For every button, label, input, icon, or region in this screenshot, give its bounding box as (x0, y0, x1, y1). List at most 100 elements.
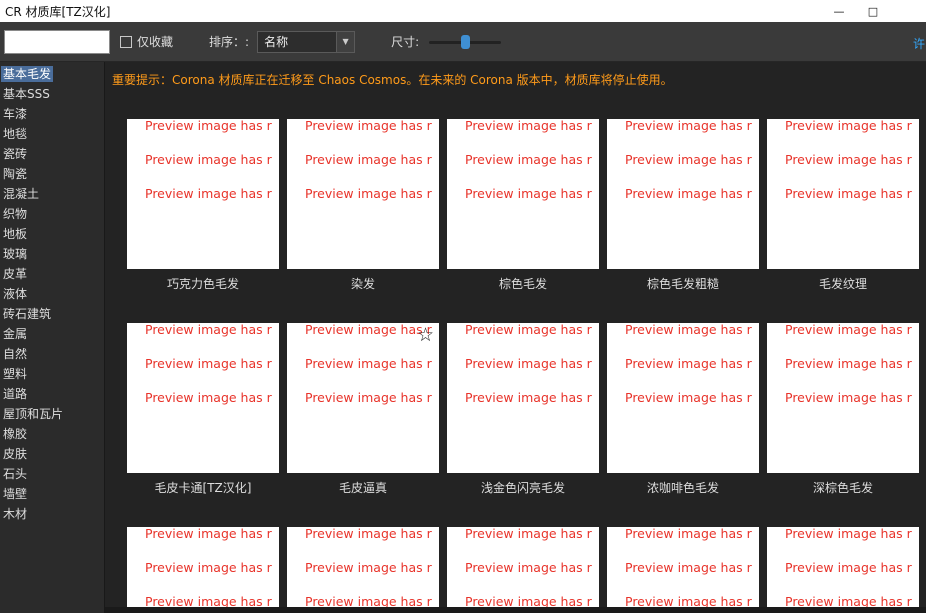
preview-error-text: Preview image has r (465, 187, 592, 201)
size-slider[interactable] (429, 34, 502, 50)
sidebar-item[interactable]: 地毯 (0, 124, 104, 144)
sidebar-item-label: 陶瓷 (3, 167, 28, 181)
material-preview-card[interactable]: Preview image has r Preview image has r Pr… (607, 527, 759, 613)
horizontal-scrollbar[interactable] (105, 607, 926, 613)
sidebar-item[interactable]: 基本毛发 (0, 64, 104, 84)
material-name-label: 棕色毛发粗糙 (646, 277, 719, 291)
preview-error-text: Preview image has r (625, 527, 752, 541)
material-preview-card[interactable]: Preview image has r Preview image has r Pr… (607, 323, 759, 473)
material-preview-card[interactable]: Preview image has r Preview image has r Pr… (767, 119, 919, 269)
favorites-filter[interactable]: 仅收藏 (120, 33, 173, 50)
material-preview-card[interactable]: Preview image has r Preview image has r Pr… (127, 527, 279, 613)
material-preview-card[interactable]: Preview image has r Preview image has r Pr… (127, 323, 279, 473)
preview-error-text: Preview image has r (785, 561, 912, 575)
material-preview-card[interactable]: Preview image has r Preview image has r Pr… (287, 119, 439, 269)
material-cell: Preview image has r Preview image has r Pr… (127, 303, 279, 497)
preview-error-text: Preview image has r (785, 391, 912, 405)
sidebar-item-label: 皮肤 (3, 447, 28, 461)
sidebar-item[interactable]: 混凝土 (0, 184, 104, 204)
sidebar-item[interactable]: 织物 (0, 204, 104, 224)
sidebar-item[interactable]: 陶瓷 (0, 164, 104, 184)
preview-error-text: Preview image has r (305, 119, 432, 133)
sidebar-item[interactable]: 玻璃 (0, 244, 104, 264)
material-name-label: 棕色毛发 (498, 277, 547, 291)
preview-error-text: Preview image has r (785, 357, 912, 371)
material-preview-card[interactable]: Preview image has r Preview image has r Pr… (287, 527, 439, 613)
material-preview-card[interactable]: Preview image has r Preview image has r Pr… (767, 527, 919, 613)
favorite-star-icon[interactable]: ☆ (417, 326, 434, 345)
material-preview-card[interactable]: Preview image has r Preview image has r Pr… (607, 119, 759, 269)
material-preview-card[interactable]: Preview image has r Preview image has r Pr… (287, 323, 439, 473)
sidebar-item[interactable]: 木材 (0, 504, 104, 524)
sidebar-item-label: 织物 (3, 207, 28, 221)
main-content: 重要提示：Corona 材质库正在迁移至 Chaos Cosmos。在未来的 C… (105, 62, 926, 613)
sidebar-item[interactable]: 液体 (0, 284, 104, 304)
sidebar-item[interactable]: 自然 (0, 344, 104, 364)
preview-error-text: Preview image has r (465, 561, 592, 575)
preview-error-text: Preview image has r (305, 527, 432, 541)
migration-notice: 重要提示：Corona 材质库正在迁移至 Chaos Cosmos。在未来的 C… (112, 73, 673, 87)
preview-error-text: Preview image has r (625, 187, 752, 201)
material-preview-card[interactable]: Preview image has r Preview image has r Pr… (447, 119, 599, 269)
sidebar-item-label: 自然 (3, 347, 28, 361)
minimize-button[interactable]: — (822, 0, 856, 22)
license-link[interactable]: 许 (913, 35, 925, 52)
window-controls: — □ (822, 0, 926, 22)
sidebar-item[interactable]: 瓷砖 (0, 144, 104, 164)
sidebar-item-label: 石头 (3, 467, 28, 481)
sidebar-item[interactable]: 屋顶和瓦片 (0, 404, 104, 424)
sidebar-item-label: 液体 (3, 287, 28, 301)
preview-error-text: Preview image has r (305, 561, 432, 575)
sidebar-item[interactable]: 橡胶 (0, 424, 104, 444)
sidebar-item-label: 塑料 (3, 367, 28, 381)
preview-error-text: Preview image has r (305, 391, 432, 405)
preview-error-text: Preview image has r (465, 323, 592, 337)
sort-dropdown-value: 名称 (264, 35, 289, 49)
sidebar-item[interactable]: 塑料 (0, 364, 104, 384)
sidebar-item[interactable]: 基本SSS (0, 84, 104, 104)
sidebar-item-label: 地板 (3, 227, 28, 241)
material-cell: Preview image has r Preview image has r Pr… (607, 303, 759, 497)
sidebar-item-label: 车漆 (3, 107, 28, 121)
preview-error-text: Preview image has r (305, 187, 432, 201)
material-preview-card[interactable]: Preview image has r Preview image has r Pr… (447, 527, 599, 613)
material-preview-card[interactable]: Preview image has r Preview image has r Pr… (447, 323, 599, 473)
chevron-down-icon[interactable]: ▼ (336, 31, 355, 52)
sidebar-item[interactable]: 地板 (0, 224, 104, 244)
sidebar-item[interactable]: 皮肤 (0, 444, 104, 464)
sidebar-item[interactable]: 墙壁 (0, 484, 104, 504)
sidebar-item-label: 玻璃 (3, 247, 28, 261)
sort-dropdown[interactable]: 名称 ▼ (257, 30, 356, 53)
titlebar: CR 材质库[TZ汉化] — □ (0, 0, 926, 22)
sidebar-item[interactable]: 车漆 (0, 104, 104, 124)
material-cell: Preview image has r Preview image has r Pr… (287, 99, 439, 293)
sidebar-item[interactable]: 皮革 (0, 264, 104, 284)
sort-label: 排序：: (209, 35, 250, 49)
sidebar-item-label: 混凝土 (3, 187, 40, 201)
sidebar-item[interactable]: 砖石建筑 (0, 304, 104, 324)
preview-error-text: Preview image has r (465, 391, 592, 405)
sidebar-item[interactable]: 道路 (0, 384, 104, 404)
preview-error-text: Preview image has r (145, 153, 272, 167)
sidebar-item-label: 墙壁 (3, 487, 28, 501)
search-input[interactable] (4, 29, 110, 54)
sidebar-item[interactable]: 石头 (0, 464, 104, 484)
preview-error-text: Preview image has r (145, 561, 272, 575)
material-preview-card[interactable]: Preview image has r Preview image has r Pr… (767, 323, 919, 473)
favorites-checkbox[interactable] (120, 35, 132, 48)
material-preview-card[interactable]: Preview image has r Preview image has r Pr… (127, 119, 279, 269)
size-label: 尺寸: (391, 35, 420, 49)
material-cell: Preview image has r Preview image has r Pr… (127, 99, 279, 293)
preview-error-text: Preview image has r (785, 323, 912, 337)
sidebar-item[interactable]: 金属 (0, 324, 104, 344)
preview-error-text: Preview image has r (625, 119, 752, 133)
material-cell: Preview image has r Preview image has r Pr… (767, 303, 919, 497)
sidebar-list: 基本毛发基本SSS 车漆地毯 瓷砖陶瓷混凝土织物地板玻璃皮革液体砖石建筑 金属自然塑料… (0, 62, 105, 613)
preview-error-text: Preview image has r (625, 323, 752, 337)
preview-error-text: Preview image has r (785, 527, 912, 541)
sidebar-item-label: 基本毛发 (1, 66, 54, 82)
preview-error-text: Preview image has r (145, 119, 272, 133)
maximize-button[interactable]: □ (856, 0, 890, 22)
material-name-label: 毛发纹理 (818, 277, 867, 291)
slider-handle[interactable] (461, 34, 471, 49)
